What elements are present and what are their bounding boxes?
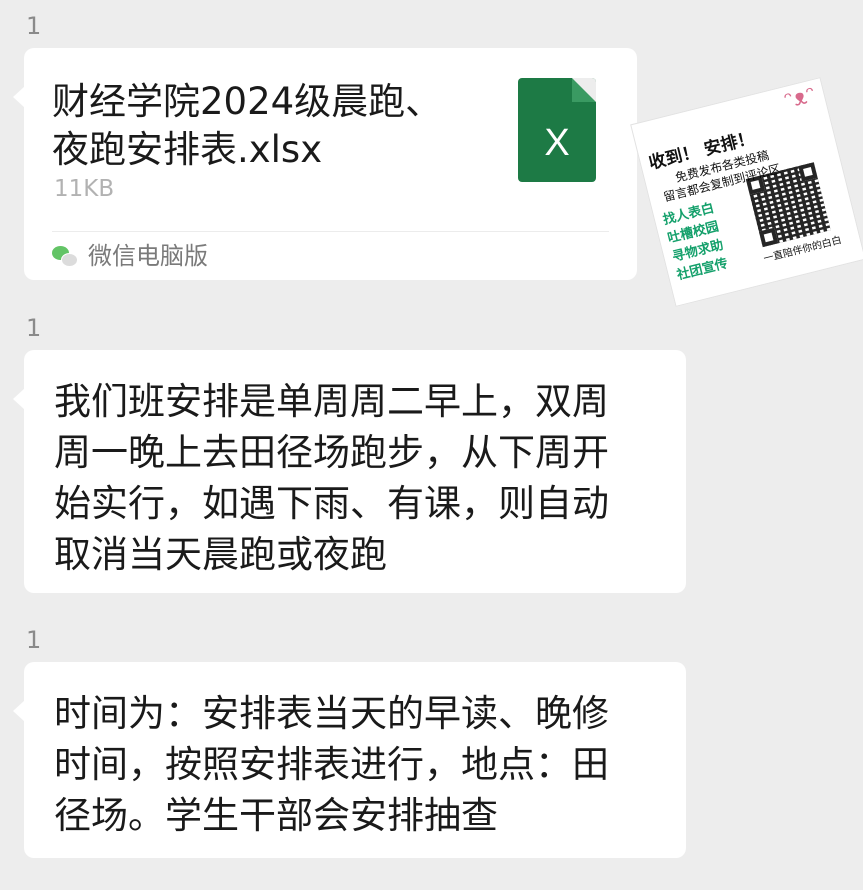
sender-name: 1 — [26, 626, 42, 654]
qr-code-icon — [745, 162, 831, 248]
text-message-bubble[interactable]: 我们班安排是单周周二早上，双周 周一晚上去田径场跑步，从下周开 始实行，如遇下雨… — [13, 350, 686, 593]
bubble-tail — [13, 700, 25, 722]
sender-name: 1 — [26, 12, 42, 40]
excel-file-icon-letter: X — [544, 122, 570, 164]
file-source-footer: 微信电脑版 — [52, 231, 609, 280]
file-message-card[interactable]: 财经学院2024级晨跑、 夜跑安排表.xlsx X 11KB 微信电脑版 — [13, 48, 637, 280]
sender-name: 1 — [26, 314, 42, 342]
rabbit-icon: ᵔᴥᵔ — [781, 82, 819, 115]
file-size: 11KB — [54, 176, 115, 202]
message-text: 我们班安排是单周周二早上，双周 周一晚上去田径场跑步，从下周开 始实行，如遇下雨… — [54, 380, 609, 576]
wechat-icon — [52, 246, 78, 268]
bubble-tail — [13, 86, 25, 108]
file-source-label: 微信电脑版 — [88, 242, 208, 270]
excel-file-icon: X — [518, 78, 596, 182]
message-text: 时间为：安排表当天的早读、晚修 时间，按照安排表进行，地点：田 径场。学生干部会… — [54, 692, 609, 837]
bubble-tail — [13, 388, 25, 410]
text-message-bubble[interactable]: 时间为：安排表当天的早读、晚修 时间，按照安排表进行，地点：田 径场。学生干部会… — [13, 662, 686, 858]
file-name: 财经学院2024级晨跑、 夜跑安排表.xlsx — [52, 80, 443, 171]
promo-sticker: ᵔᴥᵔ 收到！ 安排！ 免费发布各类投稿 留言都会复制到评论区 找人表白 吐槽校… — [630, 77, 863, 307]
